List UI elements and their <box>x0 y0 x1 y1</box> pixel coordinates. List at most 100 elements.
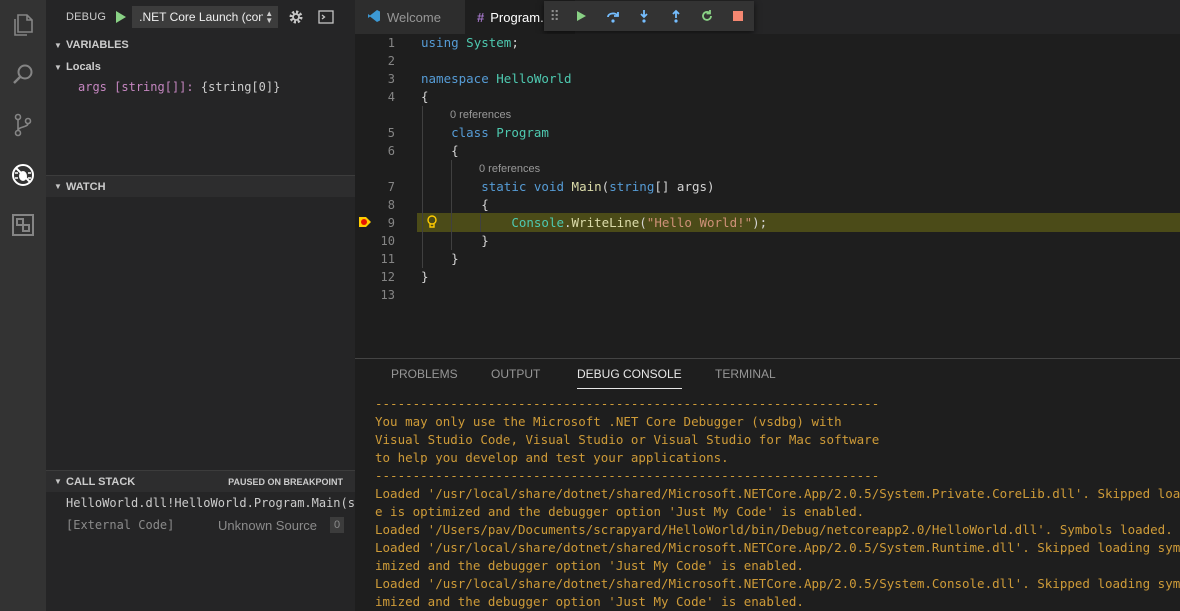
start-debugging-button[interactable] <box>112 7 130 27</box>
tab-terminal[interactable]: TERMINAL <box>715 367 776 389</box>
variables-title: VARIABLES <box>66 39 129 51</box>
tab-problems[interactable]: PROBLEMS <box>391 367 458 389</box>
namespace-name: HelloWorld <box>496 71 572 86</box>
expanded-chevron-icon: ▼ <box>54 182 62 191</box>
console-line: imized and the debugger option 'Just My … <box>375 594 804 609</box>
debug-view-title: DEBUG <box>66 11 107 23</box>
step-out-icon <box>671 9 680 23</box>
expanded-chevron-icon: ▼ <box>54 477 62 486</box>
step-over-button[interactable] <box>597 1 628 31</box>
watch-section-header[interactable]: ▼ WATCH <box>46 175 355 197</box>
tab-label: Welcome <box>387 9 441 25</box>
line-number: 12 <box>380 270 395 284</box>
variable-type: [string[]]: <box>114 80 194 94</box>
code-editor[interactable]: 1 2 3 4 5 6 7 8 9 10 11 12 13 using Syst… <box>355 34 1180 358</box>
console-line: e is optimized and the debugger option '… <box>375 504 865 519</box>
console-line: to help you develop and test your applic… <box>375 450 729 465</box>
debug-icon[interactable] <box>0 150 46 200</box>
restart-icon <box>702 10 712 21</box>
tab-output[interactable]: OUTPUT <box>491 367 540 389</box>
vscode-logo-icon <box>367 9 381 26</box>
line-number: 4 <box>387 90 395 104</box>
code-line: } <box>421 232 489 250</box>
line-number: 8 <box>387 198 395 212</box>
breakpoint-arrow-icon[interactable] <box>359 217 371 227</box>
line-number: 11 <box>380 252 395 266</box>
frame-name: [External Code] <box>66 518 175 532</box>
locals-scope[interactable]: ▼ Locals <box>54 58 101 76</box>
line-number: 6 <box>387 144 395 158</box>
codelens-references[interactable]: 0 references <box>479 160 540 178</box>
call-stack-frame[interactable]: [External Code] Unknown Source 0 <box>66 514 355 536</box>
line-number: 5 <box>387 126 395 140</box>
console-line: Visual Studio Code, Visual Studio or Vis… <box>375 432 880 447</box>
punctuation: { <box>481 197 489 212</box>
extensions-icon[interactable] <box>0 200 46 250</box>
locals-label: Locals <box>66 61 101 73</box>
variables-section-header[interactable]: ▼ VARIABLES <box>46 34 355 56</box>
code-line: } <box>421 250 459 268</box>
code-line: { <box>421 196 489 214</box>
csharp-file-icon: # <box>477 9 485 25</box>
line-number: 7 <box>387 180 395 194</box>
step-out-button[interactable] <box>660 1 691 31</box>
code-line: class Program <box>421 124 549 142</box>
terminal-icon <box>318 10 334 24</box>
parameters: [] args) <box>654 179 715 194</box>
step-over-icon <box>606 12 619 23</box>
source-control-icon[interactable] <box>0 100 46 150</box>
console-line: Loaded '/Users/pav/Documents/scrapyard/H… <box>375 522 1173 537</box>
watch-title: WATCH <box>66 180 106 193</box>
editor-tab-bar: Welcome # Program.cs <box>355 0 1180 34</box>
debug-console-button[interactable] <box>316 7 336 27</box>
keyword: namespace <box>421 71 489 86</box>
floating-debug-toolbar: ⠿ <box>544 1 754 31</box>
frame-name: HelloWorld.dll!HelloWorld.Program.Main(s… <box>66 496 355 510</box>
tab-welcome[interactable]: Welcome <box>355 0 465 34</box>
call-stack-section-header[interactable]: ▼ CALL STACK PAUSED ON BREAKPOINT <box>46 470 355 492</box>
debug-toolbar: DEBUG .NET Core Launch (console) ▲▼ <box>46 0 355 34</box>
line-number: 1 <box>387 36 395 50</box>
punctuation: ; <box>511 35 519 50</box>
search-icon[interactable] <box>0 50 46 100</box>
variable-args[interactable]: args [string[]]: {string[0]} <box>78 80 280 94</box>
frame-source: Unknown Source <box>218 517 317 533</box>
debug-console-output[interactable]: ----------------------------------------… <box>375 395 1180 611</box>
codelens-references[interactable]: 0 references <box>450 106 511 124</box>
restart-button[interactable] <box>691 1 722 31</box>
explorer-icon[interactable] <box>0 0 46 50</box>
keyword: static <box>481 179 527 194</box>
launch-config-select[interactable]: .NET Core Launch (console) ▲▼ <box>132 6 279 28</box>
punctuation: } <box>451 251 459 266</box>
drag-handle-icon[interactable]: ⠿ <box>544 1 566 31</box>
tab-debug-console[interactable]: DEBUG CONSOLE <box>577 367 682 389</box>
gear-icon <box>289 10 303 24</box>
code-line: namespace HelloWorld <box>421 70 572 88</box>
keyword: void <box>533 179 565 194</box>
stop-icon <box>733 11 744 21</box>
console-line: Loaded '/usr/local/share/dotnet/shared/M… <box>375 486 1180 501</box>
punctuation: } <box>481 233 489 248</box>
line-number: 3 <box>387 72 395 86</box>
frame-line-badge: 0 <box>330 517 344 533</box>
line-number: 13 <box>380 288 395 302</box>
code-line: using System; <box>421 34 519 52</box>
method-call: WriteLine <box>571 215 640 230</box>
punctuation: ( <box>639 215 647 230</box>
expanded-chevron-icon: ▼ <box>54 40 62 50</box>
open-launch-json-button[interactable] <box>286 7 306 27</box>
select-arrows-icon: ▲ ▼ <box>265 9 274 25</box>
console-line: ----------------------------------------… <box>375 468 880 483</box>
call-stack-frame[interactable]: HelloWorld.dll!HelloWorld.Program.Main(s… <box>66 492 355 514</box>
stop-button[interactable] <box>723 1 754 31</box>
variable-name: args <box>78 80 107 94</box>
keyword: using <box>421 35 459 50</box>
code-line: } <box>421 269 429 284</box>
step-into-icon <box>640 10 648 23</box>
step-into-button[interactable] <box>628 1 659 31</box>
continue-button[interactable] <box>566 1 597 31</box>
debug-sidebar: DEBUG .NET Core Launch (console) ▲▼ ▼ VA… <box>46 0 355 611</box>
console-line: Loaded '/usr/local/share/dotnet/shared/M… <box>375 540 1180 555</box>
bottom-panel: PROBLEMS OUTPUT DEBUG CONSOLE TERMINAL -… <box>355 358 1180 611</box>
expanded-chevron-icon: ▼ <box>54 62 62 72</box>
